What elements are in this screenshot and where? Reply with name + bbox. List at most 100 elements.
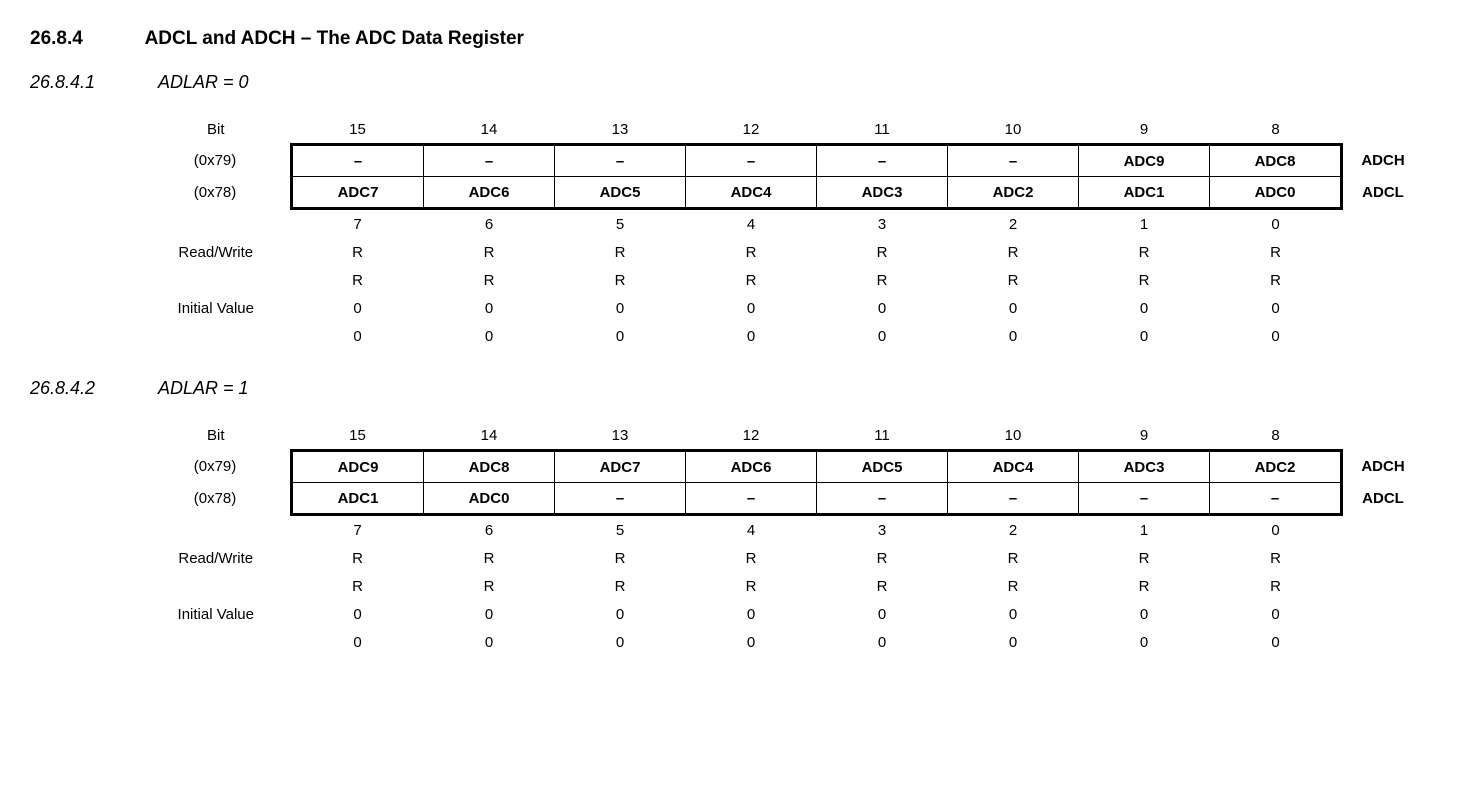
bit-cell: 0 [555,322,686,350]
bit-cell: ADC9 [1079,145,1210,177]
bit-cell: – [292,145,424,177]
bit-cell: ADC3 [1079,451,1210,483]
bit-cell: 4 [686,209,817,239]
bit-cell: 12 [686,115,817,145]
bit-cell: – [555,145,686,177]
bit-cell: 0 [555,628,686,656]
bit-cell: 0 [1210,294,1342,322]
bit-cell: 3 [817,209,948,239]
bit-cell: 13 [555,421,686,451]
register-name [1342,515,1424,545]
bit-cell: 0 [948,322,1079,350]
row-label [140,515,292,545]
bit-cell: R [686,572,817,600]
subsection-number: 26.8.4.1 [30,72,158,93]
subsection-number: 26.8.4.2 [30,378,158,399]
bit-cell: R [686,238,817,266]
row-label: Initial Value [140,600,292,628]
bit-cell: 0 [1210,515,1342,545]
bit-cell: 0 [686,628,817,656]
register-name [1342,600,1424,628]
bit-cell: R [948,544,1079,572]
bit-cell: R [555,266,686,294]
subsection-title: ADLAR = 1 [158,378,249,398]
bit-cell: 5 [555,515,686,545]
row-label: Bit [140,421,292,451]
bit-cell: R [1079,544,1210,572]
bit-cell: 12 [686,421,817,451]
section-heading: 26.8.4 ADCL and ADCH – The ADC Data Regi… [30,28,1444,50]
bit-cell: 7 [292,209,424,239]
bit-cell: ADC2 [948,177,1079,209]
row-label [140,322,292,350]
bit-cell: ADC1 [292,483,424,515]
bit-cell: – [555,483,686,515]
bit-cell: R [948,238,1079,266]
row-label: Bit [140,115,292,145]
bit-cell: R [1079,572,1210,600]
bit-cell: 6 [424,515,555,545]
bit-cell: 10 [948,421,1079,451]
bit-cell: ADC5 [555,177,686,209]
subsection-heading: 26.8.4.2ADLAR = 1 [30,378,1444,399]
bit-cell: – [1079,483,1210,515]
bit-cell: – [817,483,948,515]
register-table: Bit15141312111098(0x79)ADC9ADC8ADC7ADC6A… [140,421,1444,656]
bit-cell: 6 [424,209,555,239]
bit-cell: R [1210,238,1342,266]
register-name [1342,266,1424,294]
bit-cell: ADC9 [292,451,424,483]
bit-cell: 0 [1210,600,1342,628]
bit-cell: 0 [817,322,948,350]
row-label [140,628,292,656]
bit-cell: 0 [292,322,424,350]
bit-cell: R [817,266,948,294]
bit-cell: 0 [1210,628,1342,656]
bit-cell: ADC6 [424,177,555,209]
bit-cell: 9 [1079,115,1210,145]
bit-cell: – [948,483,1079,515]
bit-cell: 7 [292,515,424,545]
subsection-heading: 26.8.4.1ADLAR = 0 [30,72,1444,93]
bit-cell: R [1210,544,1342,572]
register-table: Bit15141312111098(0x79)––––––ADC9ADC8ADC… [140,115,1444,350]
bit-cell: R [686,266,817,294]
bit-cell: 0 [292,294,424,322]
bit-cell: R [686,544,817,572]
bit-cell: 0 [1079,600,1210,628]
bit-cell: ADC0 [1210,177,1342,209]
row-label: (0x78) [140,483,292,515]
bit-cell: R [948,572,1079,600]
subsection-title: ADLAR = 0 [158,72,249,92]
row-label: (0x78) [140,177,292,209]
register-name [1342,572,1424,600]
bit-cell: R [817,572,948,600]
bit-cell: 2 [948,515,1079,545]
bit-cell: 15 [292,421,424,451]
bit-cell: 0 [1079,322,1210,350]
bit-cell: R [424,544,555,572]
bit-cell: 0 [424,322,555,350]
bit-cell: 0 [817,628,948,656]
bit-cell: 2 [948,209,1079,239]
bit-cell: 0 [555,600,686,628]
bit-cell: R [1210,572,1342,600]
bit-cell: 0 [686,600,817,628]
row-label [140,209,292,239]
bit-cell: ADC4 [948,451,1079,483]
bit-cell: 0 [1079,294,1210,322]
bit-cell: R [817,238,948,266]
bit-cell: R [817,544,948,572]
bit-cell: R [292,266,424,294]
bit-cell: – [817,145,948,177]
bit-cell: ADC0 [424,483,555,515]
bit-cell: R [555,572,686,600]
bit-cell: 0 [1210,209,1342,239]
bit-cell: ADC7 [555,451,686,483]
register-name: ADCL [1342,483,1424,515]
bit-cell: R [1079,238,1210,266]
bit-cell: 8 [1210,115,1342,145]
bit-cell: – [424,145,555,177]
bit-cell: R [1079,266,1210,294]
bit-cell: ADC3 [817,177,948,209]
